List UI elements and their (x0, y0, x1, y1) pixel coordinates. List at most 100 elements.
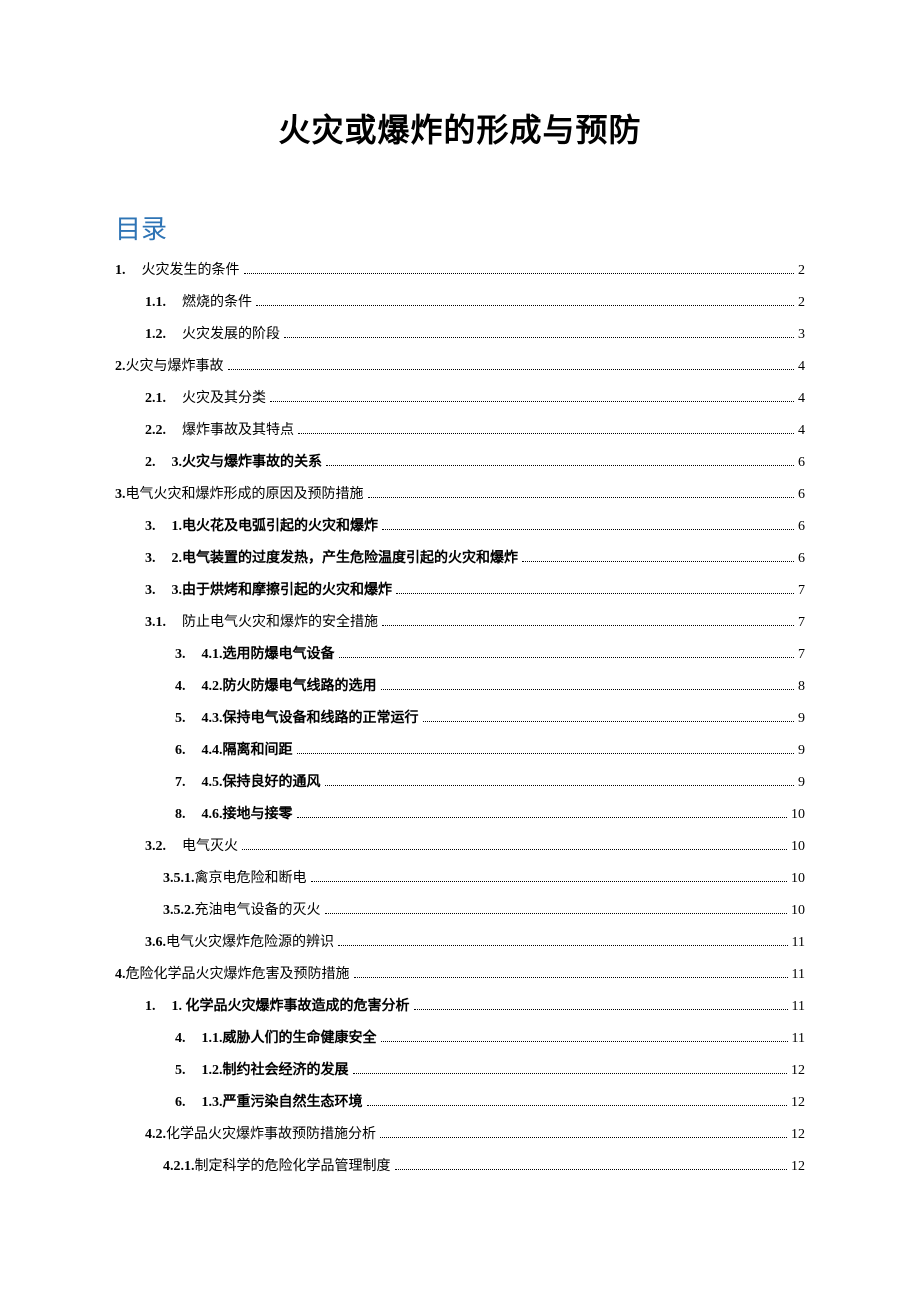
toc-leader-dots (381, 1041, 788, 1042)
toc-entry-number: 3. (145, 518, 156, 536)
toc-leader-dots (381, 689, 795, 690)
toc-leader-dots (256, 305, 794, 306)
toc-entry[interactable]: 3. 1.电火花及电弧引起的火灾和爆炸 6 (115, 518, 805, 536)
toc-entry-page: 11 (792, 966, 805, 984)
toc-entry-label: 1.3.严重污染自然生态环境 (202, 1094, 363, 1112)
toc-entry[interactable]: 3.5.1.禽京电危险和断电 10 (115, 870, 805, 888)
toc-entry-page: 10 (791, 902, 805, 920)
toc-leader-dots (367, 1105, 788, 1106)
toc-entry[interactable]: 1.2.火灾发展的阶段3 (115, 326, 805, 344)
toc-leader-dots (396, 593, 794, 594)
toc-entry[interactable]: 2.3.火灾与爆炸事故的关系6 (115, 454, 805, 472)
toc-entry[interactable]: 3. 4.1.选用防爆电气设备 7 (115, 646, 805, 664)
toc-leader-dots (395, 1169, 788, 1170)
toc-heading: 目录 (115, 209, 805, 246)
toc-entry-page: 4 (798, 422, 805, 440)
toc-entry[interactable]: 3.3.由于烘烤和摩擦引起的火灾和爆炸7 (115, 582, 805, 600)
toc-entry-page: 12 (791, 1094, 805, 1112)
toc-entry[interactable]: 1.1.燃烧的条件2 (115, 294, 805, 312)
toc-entry-label: 电气灭火 (182, 838, 238, 856)
toc-entry-page: 4 (798, 390, 805, 408)
toc-entry-label: 火灾发生的条件 (142, 262, 240, 280)
toc-entry-label: 3.电气火灾和爆炸形成的原因及预防措施 (115, 486, 364, 504)
toc-entry-label: 4.危险化学品火灾爆炸危害及预防措施 (115, 966, 350, 984)
toc-leader-dots (326, 465, 794, 466)
toc-entry-number: 3.1. (145, 614, 166, 632)
toc-entry-number: 5. (175, 710, 186, 728)
toc-entry-label: 3.5.1.禽京电危险和断电 (163, 870, 307, 888)
toc-entry-label: 2.电气装置的过度发热，产生危险温度引起的火灾和爆炸 (172, 550, 519, 568)
toc-entry[interactable]: 3.2.电气装置的过度发热，产生危险温度引起的火灾和爆炸6 (115, 550, 805, 568)
toc-entry-page: 6 (798, 454, 805, 472)
toc-leader-dots (368, 497, 795, 498)
toc-leader-dots (325, 785, 795, 786)
toc-entry[interactable]: 2.1.火灾及其分类4 (115, 390, 805, 408)
toc-entry[interactable]: 5.1.2.制约社会经济的发展12 (115, 1062, 805, 1080)
toc-entry-page: 12 (791, 1158, 805, 1176)
toc-entry-page: 6 (798, 518, 805, 536)
toc-leader-dots (298, 433, 794, 434)
toc-entry-label: 防止电气火灾和爆炸的安全措施 (182, 614, 378, 632)
toc-entry-label: 1.1.威胁人们的生命健康安全 (202, 1030, 377, 1048)
toc-entry-number: 1.2. (145, 326, 166, 344)
toc-leader-dots (339, 657, 795, 658)
toc-entry-label: 3.5.2.充油电气设备的灭火 (163, 902, 321, 920)
toc-entry-label: 1.电火花及电弧引起的火灾和爆炸 (172, 518, 379, 536)
toc-entry-number: 2.2. (145, 422, 166, 440)
toc-entry[interactable]: 3.6.电气火灾爆炸危险源的辨识11 (115, 934, 805, 952)
toc-entry-label: 3.由于烘烤和摩擦引起的火灾和爆炸 (172, 582, 393, 600)
toc-entry-number: 4. (175, 678, 186, 696)
toc-entry[interactable]: 6.4.4.隔离和间距9 (115, 742, 805, 760)
toc-entry[interactable]: 3.5.2.充油电气设备的灭火 10 (115, 902, 805, 920)
toc-entry-number: 6. (175, 1094, 186, 1112)
toc-entry[interactable]: 8.4.6.接地与接零10 (115, 806, 805, 824)
toc-entry-number: 8. (175, 806, 186, 824)
toc-entry-page: 7 (798, 646, 805, 664)
document-title: 火灾或爆炸的形成与预防 (115, 105, 805, 151)
toc-entry-label: 4.2.化学品火灾爆炸事故预防措施分析 (145, 1126, 376, 1144)
toc-entry[interactable]: 3.1.防止电气火灾和爆炸的安全措施7 (115, 614, 805, 632)
toc-entry-label: 爆炸事故及其特点 (182, 422, 294, 440)
toc-entry-label: 1. 化学品火灾爆炸事故造成的危害分析 (172, 998, 410, 1016)
toc-entry[interactable]: 4.2.化学品火灾爆炸事故预防措施分析 12 (115, 1126, 805, 1144)
toc-leader-dots (284, 337, 794, 338)
toc-entry-page: 6 (798, 550, 805, 568)
toc-entry-page: 11 (792, 998, 805, 1016)
toc-entry[interactable]: 7.4.5.保持良好的通风9 (115, 774, 805, 792)
toc-leader-dots (228, 369, 795, 370)
toc-leader-dots (297, 753, 795, 754)
toc-entry[interactable]: 4.危险化学品火灾爆炸危害及预防措施 11 (115, 966, 805, 984)
toc-entry[interactable]: 1.1. 化学品火灾爆炸事故造成的危害分析11 (115, 998, 805, 1016)
toc-leader-dots (270, 401, 794, 402)
toc-entry[interactable]: 5.4.3.保持电气设备和线路的正常运行9 (115, 710, 805, 728)
toc-entry-page: 12 (791, 1126, 805, 1144)
toc-leader-dots (353, 1073, 788, 1074)
toc-entry-number: 6. (175, 742, 186, 760)
toc-entry-number: 3. (175, 646, 186, 664)
toc-entry[interactable]: 4.1.1.威胁人们的生命健康安全11 (115, 1030, 805, 1048)
toc-entry-page: 9 (798, 710, 805, 728)
toc-entry[interactable]: 4.4.2.防火防爆电气线路的选用8 (115, 678, 805, 696)
toc-entry-page: 8 (798, 678, 805, 696)
toc-entry-page: 11 (792, 1030, 805, 1048)
toc-entry-label: 2.火灾与爆炸事故 (115, 358, 224, 376)
toc-entry-number: 3.2. (145, 838, 166, 856)
toc-entry[interactable]: 1.火灾发生的条件2 (115, 262, 805, 280)
toc-entry[interactable]: 3.2.电气灭火10 (115, 838, 805, 856)
toc-entry[interactable]: 2.2. 爆炸事故及其特点 4 (115, 422, 805, 440)
toc-entry-number: 5. (175, 1062, 186, 1080)
toc-entry[interactable]: 4.2.1.制定科学的危险化学品管理制度 12 (115, 1158, 805, 1176)
toc-entry-page: 12 (791, 1062, 805, 1080)
toc-entry-label: 3.火灾与爆炸事故的关系 (172, 454, 323, 472)
toc-leader-dots (311, 881, 788, 882)
toc-entry-label: 4.2.1.制定科学的危险化学品管理制度 (163, 1158, 391, 1176)
toc-entry[interactable]: 3.电气火灾和爆炸形成的原因及预防措施 6 (115, 486, 805, 504)
toc-entry-page: 10 (791, 870, 805, 888)
toc-entry[interactable]: 6. 1.3.严重污染自然生态环境 12 (115, 1094, 805, 1112)
toc-entry-page: 6 (798, 486, 805, 504)
toc-entry-label: 4.1.选用防爆电气设备 (202, 646, 335, 664)
document-page: 火灾或爆炸的形成与预防 目录 1.火灾发生的条件21.1.燃烧的条件21.2.火… (0, 0, 920, 1301)
toc-entry-label: 4.6.接地与接零 (202, 806, 293, 824)
toc-entry-page: 4 (798, 358, 805, 376)
toc-entry[interactable]: 2.火灾与爆炸事故 4 (115, 358, 805, 376)
